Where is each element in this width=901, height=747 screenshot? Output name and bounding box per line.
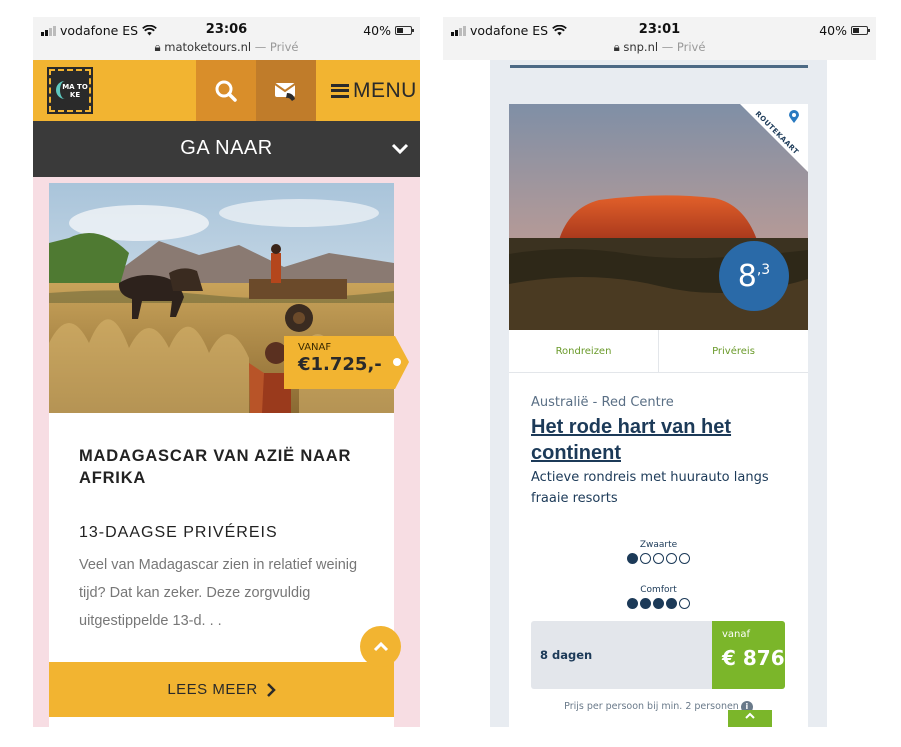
lock-icon: 🔒︎ — [154, 40, 161, 54]
tour-title[interactable]: MADAGASCAR VAN AZIË NAAR AFRIKA — [79, 445, 369, 489]
clock: 23:06 — [205, 22, 248, 37]
contact-button[interactable] — [256, 60, 316, 121]
score-main: 8 — [737, 258, 757, 294]
status-bar: vodafone ES 23:06 🔒︎ matoketours.nl — Pr… — [33, 17, 420, 60]
clock: 23:01 — [638, 22, 681, 37]
mail-phone-icon — [274, 82, 296, 101]
matoke-logo[interactable]: MA TO KE — [47, 67, 93, 114]
matoke-phone-screen: vodafone ES 23:06 🔒︎ matoketours.nl — Pr… — [33, 17, 420, 727]
map-pin-icon — [789, 110, 799, 123]
tour-description: Veel van Madagascar zien in relatief wei… — [79, 557, 358, 629]
trip-description: Actieve rondreis met huurauto langs fraa… — [531, 470, 769, 506]
score-decimal: ,3 — [756, 262, 771, 278]
url-text: snp.nl — [623, 40, 659, 54]
hamburger-icon — [331, 83, 349, 98]
trip-tags: Rondreizen Privéreis — [509, 330, 808, 373]
search-button[interactable] — [196, 60, 256, 121]
comfort-label: Comfort — [640, 585, 677, 595]
rating-score-badge: 8,3 — [719, 241, 789, 311]
rating-dot-empty — [640, 553, 651, 564]
divider — [510, 65, 808, 68]
rating-dot-filled — [666, 598, 677, 609]
difficulty-dots — [509, 553, 808, 564]
goto-label: GA NAAR — [180, 137, 273, 159]
menu-label: MENU — [353, 78, 417, 102]
search-icon — [215, 80, 237, 102]
menu-button[interactable]: MENU — [331, 60, 417, 121]
uluru-photo[interactable]: ROUTEKAART 8,3 — [509, 104, 808, 330]
chevron-right-icon — [266, 682, 276, 697]
price-note-text: Prijs per persoon bij min. 2 personen — [564, 701, 739, 712]
rating-dot-empty — [679, 553, 690, 564]
read-more-button[interactable]: LEES MEER — [49, 662, 394, 717]
rating-dot-empty — [653, 553, 664, 564]
goto-dropdown[interactable]: GA NAAR — [33, 121, 420, 177]
tag-rondreizen[interactable]: Rondreizen — [509, 330, 659, 372]
rating-dot-filled — [653, 598, 664, 609]
snp-phone-screen: vodafone ES 23:01 🔒︎ snp.nl — Privé 40% — [443, 17, 876, 727]
comfort-rating: Comfort — [509, 585, 808, 609]
status-bar: vodafone ES 23:01 🔒︎ snp.nl — Privé 40% — [443, 17, 876, 60]
price-prefix: VANAF — [298, 342, 332, 353]
price-highlight: vanaf € 876 — [712, 621, 785, 689]
private-label: — Privé — [661, 40, 706, 54]
tour-card: VANAF €1.725,- MADAGASCAR VAN AZIË NAAR … — [49, 183, 409, 727]
rating-dot-empty — [679, 598, 690, 609]
private-label: — Privé — [254, 40, 299, 54]
trip-duration: 8 dagen — [540, 648, 593, 662]
trip-title-link[interactable]: Het rode hart van het continent — [531, 414, 791, 466]
battery-percent: 40% — [363, 23, 391, 38]
rating-dot-filled — [627, 553, 638, 564]
scroll-top-button[interactable] — [360, 626, 401, 667]
price-box[interactable]: 8 dagen vanaf € 876 — [531, 621, 785, 689]
price-prefix: vanaf — [722, 629, 751, 640]
battery-icon — [395, 26, 414, 35]
battery-percent: 40% — [819, 23, 847, 38]
scroll-top-button[interactable] — [728, 710, 772, 727]
rating-dot-filled — [640, 598, 651, 609]
rating-dot-filled — [627, 598, 638, 609]
price-amount: € 876 — [722, 646, 785, 670]
tour-subtitle: 13-DAAGSE PRIVÉREIS — [79, 524, 278, 541]
trip-card: ROUTEKAART 8,3 Rondreizen Privéreis Aust… — [509, 104, 808, 727]
trip-region: Australië - Red Centre — [531, 395, 674, 410]
price-tag: VANAF €1.725,- — [284, 336, 409, 389]
battery-icon — [851, 26, 870, 35]
chevron-down-icon — [391, 143, 409, 155]
comfort-dots — [509, 598, 808, 609]
rating-dot-empty — [666, 553, 677, 564]
lock-icon: 🔒︎ — [613, 40, 620, 54]
difficulty-rating: Zwaarte — [509, 540, 808, 564]
url-text: matoketours.nl — [164, 40, 252, 54]
chevron-up-icon — [745, 712, 755, 719]
price-amount: €1.725,- — [298, 354, 382, 375]
site-header: MA TO KE MENU — [33, 60, 420, 121]
read-more-label: LEES MEER — [167, 681, 258, 698]
address-bar[interactable]: 🔒︎ matoketours.nl — Privé — [33, 40, 420, 55]
chevron-up-icon — [373, 641, 388, 651]
address-bar[interactable]: 🔒︎ snp.nl — Privé — [443, 40, 876, 55]
tag-privereis[interactable]: Privéreis — [659, 330, 808, 372]
difficulty-label: Zwaarte — [639, 540, 678, 550]
